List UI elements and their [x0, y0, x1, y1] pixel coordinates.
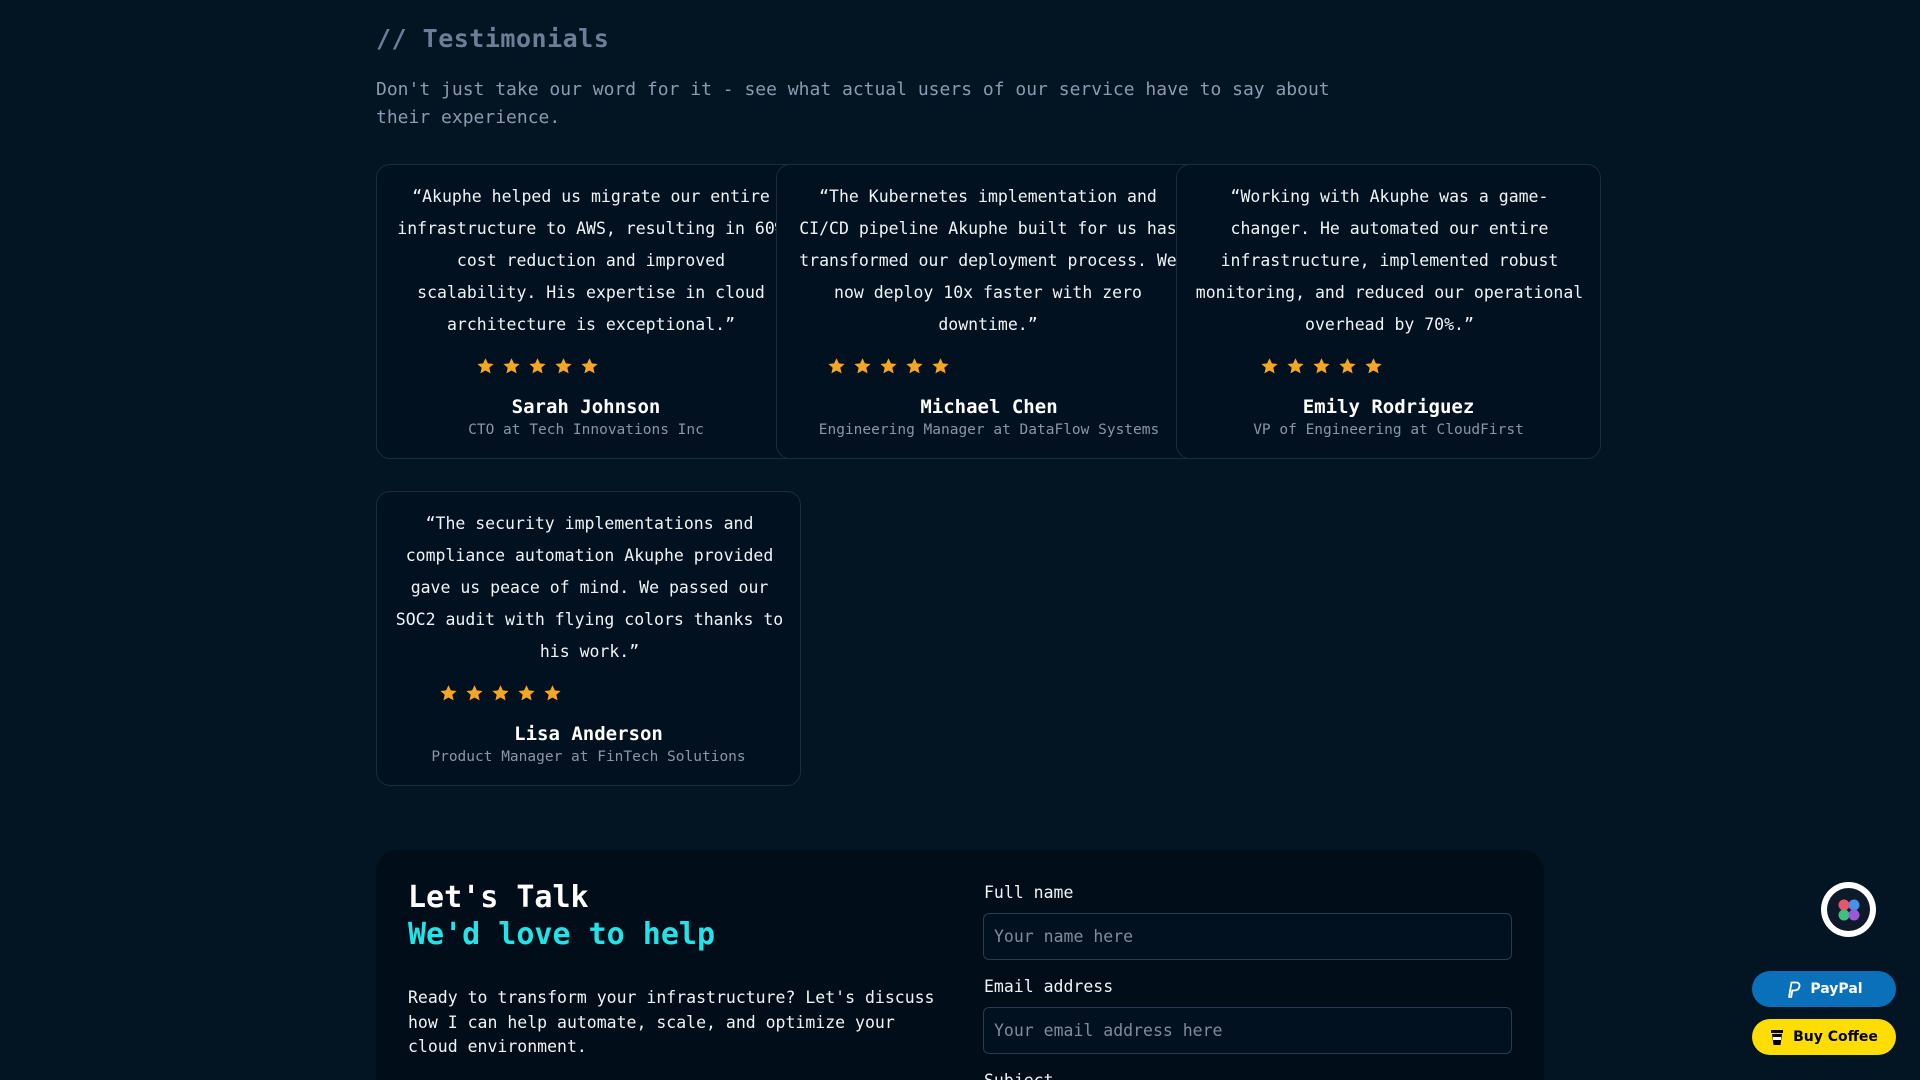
rating-stars — [476, 357, 599, 376]
star-icon — [827, 357, 846, 376]
star-icon — [580, 357, 599, 376]
buy-coffee-label: Buy Coffee — [1793, 1029, 1878, 1045]
contact-text: Ready to transform your infrastructure? … — [408, 988, 935, 1056]
full-name-input[interactable] — [983, 913, 1512, 960]
contact-subtitle: We'd love to help — [408, 917, 716, 952]
star-icon — [528, 357, 547, 376]
subject-label: Subject — [984, 1071, 1054, 1080]
paypal-label: PayPal — [1810, 981, 1863, 997]
star-icon — [476, 357, 495, 376]
color-palette-icon — [1838, 899, 1859, 920]
testimonials-title: // Testimonials — [376, 24, 610, 53]
testimonial-quote: “The security implementations and compli… — [395, 514, 784, 661]
testimonial-card: “Akuphe helped us migrate our entire inf… — [376, 164, 802, 459]
testimonial-role: Engineering Manager at DataFlow Systems — [818, 422, 1160, 438]
star-icon — [879, 357, 898, 376]
testimonial-role: Product Manager at FinTech Solutions — [431, 749, 746, 765]
star-icon — [502, 357, 521, 376]
star-icon — [1338, 357, 1357, 376]
rating-stars — [439, 684, 562, 703]
full-name-label: Full name — [984, 883, 1074, 902]
testimonial-card: “The security implementations and compli… — [376, 491, 801, 786]
star-icon — [554, 357, 573, 376]
star-icon — [517, 684, 536, 703]
star-icon — [543, 684, 562, 703]
star-icon — [1364, 357, 1383, 376]
star-icon — [1312, 357, 1331, 376]
testimonial-quote: “The Kubernetes implementation and CI/CD… — [799, 187, 1177, 334]
testimonial-name: Sarah Johnson — [511, 396, 661, 418]
testimonial-name: Emily Rodriguez — [1302, 396, 1475, 418]
testimonial-card: “Working with Akuphe was a game-changer.… — [1176, 164, 1601, 459]
paypal-button[interactable]: PayPal — [1752, 971, 1896, 1007]
paypal-icon — [1788, 981, 1801, 998]
contact-title: Let's Talk — [408, 880, 589, 915]
testimonial-role: CTO at Tech Innovations Inc — [468, 422, 704, 438]
testimonial-name: Lisa Anderson — [514, 723, 663, 745]
email-label: Email address — [984, 977, 1114, 996]
buy-coffee-button[interactable]: Buy Coffee — [1752, 1019, 1896, 1055]
star-icon — [1260, 357, 1279, 376]
testimonial-quote: “Working with Akuphe was a game-changer.… — [1195, 187, 1584, 334]
star-icon — [905, 357, 924, 376]
email-input[interactable] — [983, 1007, 1512, 1054]
testimonial-quote: “Akuphe helped us migrate our entire inf… — [397, 187, 785, 334]
testimonial-name: Michael Chen — [920, 396, 1058, 418]
testimonials-description: Don't just take our word for it - see wh… — [376, 79, 1330, 128]
star-icon — [439, 684, 458, 703]
star-icon — [931, 357, 950, 376]
testimonial-card: “The Kubernetes implementation and CI/CD… — [776, 164, 1202, 459]
star-icon — [1286, 357, 1305, 376]
testimonial-role: VP of Engineering at CloudFirst — [1253, 422, 1524, 438]
coffee-cup-icon — [1771, 1030, 1784, 1045]
floating-widget-button[interactable] — [1821, 882, 1876, 937]
rating-stars — [1260, 357, 1383, 376]
star-icon — [465, 684, 484, 703]
rating-stars — [827, 357, 950, 376]
star-icon — [491, 684, 510, 703]
star-icon — [853, 357, 872, 376]
